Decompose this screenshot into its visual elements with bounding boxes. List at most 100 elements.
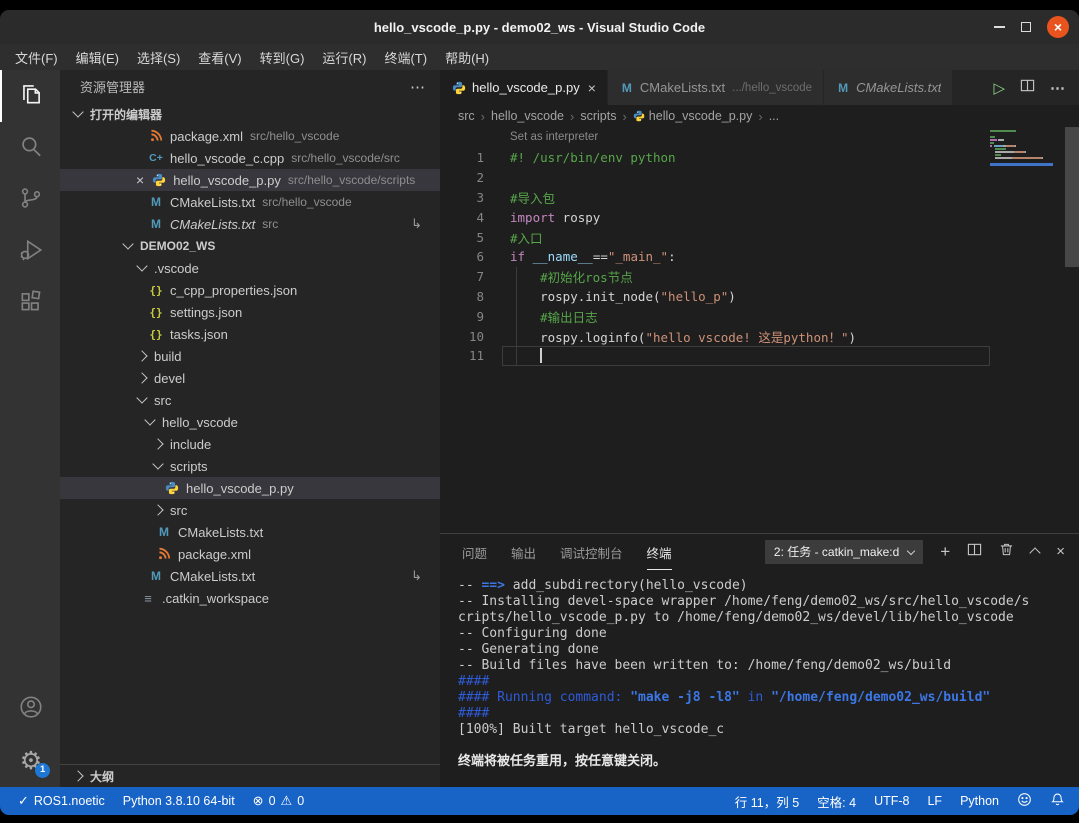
editor-scrollbar[interactable] (1065, 127, 1079, 267)
open-editor-item[interactable]: package.xmlsrc/hello_vscode (60, 125, 440, 147)
code-line-7[interactable]: 7 #初始化ros节点 (440, 267, 1079, 287)
kill-terminal-icon[interactable] (999, 542, 1014, 562)
activity-bar: ⚙ 1 (0, 70, 60, 787)
open-editor-item[interactable]: MCMakeLists.txtsrc↳ (60, 213, 440, 235)
tab-hello_vscode_p.py[interactable]: hello_vscode_p.py× (440, 70, 608, 105)
notifications-button[interactable] (1041, 792, 1065, 810)
new-terminal-icon[interactable]: + (940, 543, 950, 560)
workspace-header[interactable]: DEMO02_WS (60, 235, 440, 257)
code-line-2[interactable]: 2 (440, 168, 1079, 188)
split-editor-icon[interactable] (1020, 78, 1035, 98)
tree-folder-src[interactable]: src (60, 389, 440, 411)
open-editor-item[interactable]: MCMakeLists.txtsrc/hello_vscode (60, 191, 440, 213)
file-path: src/hello_vscode/scripts (288, 173, 415, 187)
cmake-icon: M (835, 81, 851, 95)
extensions-activity-button[interactable] (0, 278, 60, 330)
source-control-activity-button[interactable] (0, 174, 60, 226)
tree-file-.catkin_workspace[interactable]: ≡.catkin_workspace (60, 587, 440, 609)
tree-file-tasks.json[interactable]: {}tasks.json (60, 323, 440, 345)
eol-status[interactable]: LF (918, 794, 951, 808)
close-icon[interactable]: × (136, 172, 144, 188)
code-text: if __name__=="_main_": (484, 249, 676, 264)
menu-item-r[interactable]: 运行(R) (313, 48, 375, 67)
explorer-activity-button[interactable] (0, 70, 60, 122)
search-activity-button[interactable] (0, 122, 60, 174)
menu-item-e[interactable]: 编辑(E) (67, 48, 128, 67)
problems-status[interactable]: ⊗ 0 ⚠ 0 (244, 793, 313, 809)
title-bar[interactable]: hello_vscode_p.py - demo02_ws - Visual S… (0, 10, 1079, 44)
run-debug-activity-button[interactable] (0, 226, 60, 278)
code-line-9[interactable]: 9 #输出日志 (440, 306, 1079, 326)
account-button[interactable] (0, 683, 60, 735)
run-python-file-icon[interactable]: ▷ (993, 79, 1005, 97)
close-panel-icon[interactable]: × (1056, 543, 1065, 560)
code-line-5[interactable]: 5#入口 (440, 227, 1079, 247)
cursor-position-status[interactable]: 行 11，列 5 (735, 792, 808, 811)
codelens-set-interpreter[interactable]: Set as interpreter (510, 131, 598, 143)
tree-file-hello_vscode_p.py[interactable]: hello_vscode_p.py (60, 477, 440, 499)
tree-file-c_cpp_properties.json[interactable]: {}c_cpp_properties.json (60, 279, 440, 301)
code-line-10[interactable]: 10 rospy.loginfo("hello vscode! 这是python… (440, 326, 1079, 346)
tree-file-settings.json[interactable]: {}settings.json (60, 301, 440, 323)
language-mode-status[interactable]: Python (951, 794, 1008, 808)
python-interpreter-status[interactable]: Python 3.8.10 64-bit (114, 794, 244, 808)
tree-folder-.vscode[interactable]: .vscode (60, 257, 440, 279)
breadcrumb-item-hello_vscode[interactable]: hello_vscode (491, 109, 564, 123)
tree-folder-scripts[interactable]: scripts (60, 455, 440, 477)
maximize-button[interactable] (1021, 22, 1031, 32)
code-line-1[interactable]: 1#! /usr/bin/env python (440, 148, 1079, 168)
feedback-button[interactable] (1008, 792, 1041, 810)
tree-folder-src[interactable]: src (60, 499, 440, 521)
maximize-panel-icon[interactable] (1030, 547, 1041, 558)
indentation-status[interactable]: 空格: 4 (808, 792, 865, 811)
breadcrumb-item-hello_vscode_ppy[interactable]: hello_vscode_p.py (633, 109, 753, 123)
code-line-4[interactable]: 4import rospy (440, 207, 1079, 227)
tree-file-CMakeLists.txt[interactable]: MCMakeLists.txt (60, 521, 440, 543)
menu-item-v[interactable]: 查看(V) (189, 48, 250, 67)
code-line-8[interactable]: 8 rospy.init_node("hello_p") (440, 287, 1079, 307)
split-terminal-icon[interactable] (967, 542, 982, 562)
tree-file-CMakeLists.txt[interactable]: MCMakeLists.txt↳ (60, 565, 440, 587)
more-actions-icon[interactable]: ⋯ (1050, 79, 1066, 97)
minimap[interactable] (990, 130, 1053, 163)
open-editor-item[interactable]: C+hello_vscode_c.cppsrc/hello_vscode/src (60, 147, 440, 169)
close-button[interactable]: × (1047, 16, 1069, 38)
tree-folder-devel[interactable]: devel (60, 367, 440, 389)
open-editor-item[interactable]: ×hello_vscode_p.pysrc/hello_vscode/scrip… (60, 169, 440, 191)
tab-CMakeLists.txt[interactable]: MCMakeLists.txt.../hello_vscode (608, 70, 824, 105)
encoding-status[interactable]: UTF-8 (865, 794, 918, 808)
menu-item-h[interactable]: 帮助(H) (436, 48, 498, 67)
code-line-6[interactable]: 6if __name__=="_main_": (440, 247, 1079, 267)
minimap-current-line (990, 163, 1053, 166)
panel-tab-问题[interactable]: 问题 (462, 534, 487, 570)
chevron-down-icon (136, 260, 147, 271)
minimize-button[interactable] (994, 26, 1005, 28)
outline-header[interactable]: 大纲 (60, 764, 440, 787)
tree-folder-include[interactable]: include (60, 433, 440, 455)
tab-CMakeLists.txt[interactable]: MCMakeLists.txt (824, 70, 953, 105)
breadcrumb-item-src[interactable]: src (458, 109, 475, 123)
panel-tab-输出[interactable]: 输出 (511, 534, 536, 570)
explorer-more-actions-icon[interactable]: ⋯ (410, 78, 426, 96)
settings-button[interactable]: ⚙ 1 (0, 735, 60, 787)
terminal-picker-dropdown[interactable]: 2: 任务 - catkin_make:d (765, 540, 923, 564)
close-icon[interactable]: × (588, 80, 596, 96)
open-editors-header[interactable]: 打开的编辑器 (60, 103, 440, 125)
menu-item-s[interactable]: 选择(S) (128, 48, 189, 67)
tree-folder-build[interactable]: build (60, 345, 440, 367)
breadcrumb-item-scripts[interactable]: scripts (580, 109, 616, 123)
ros-status[interactable]: ✓ ROS1.noetic (18, 793, 114, 809)
code-editor[interactable]: Set as interpreter 1#! /usr/bin/env pyth… (440, 127, 1079, 533)
panel-tab-调试控制台[interactable]: 调试控制台 (560, 534, 623, 570)
code-line-11[interactable]: 11 (440, 346, 1079, 366)
tree-folder-hello_vscode[interactable]: hello_vscode (60, 411, 440, 433)
menu-item-f[interactable]: 文件(F) (6, 48, 67, 67)
menu-item-t[interactable]: 终端(T) (375, 48, 436, 67)
breadcrumb-item-[interactable]: ... (769, 109, 779, 123)
panel-tab-终端[interactable]: 终端 (647, 534, 672, 570)
terminal-output[interactable]: -- ==> add_subdirectory(hello_vscode)-- … (440, 569, 1079, 787)
code-line-3[interactable]: 3#导入包 (440, 188, 1079, 208)
settings-badge: 1 (35, 763, 50, 778)
tree-file-package.xml[interactable]: package.xml (60, 543, 440, 565)
menu-item-g[interactable]: 转到(G) (251, 48, 314, 67)
